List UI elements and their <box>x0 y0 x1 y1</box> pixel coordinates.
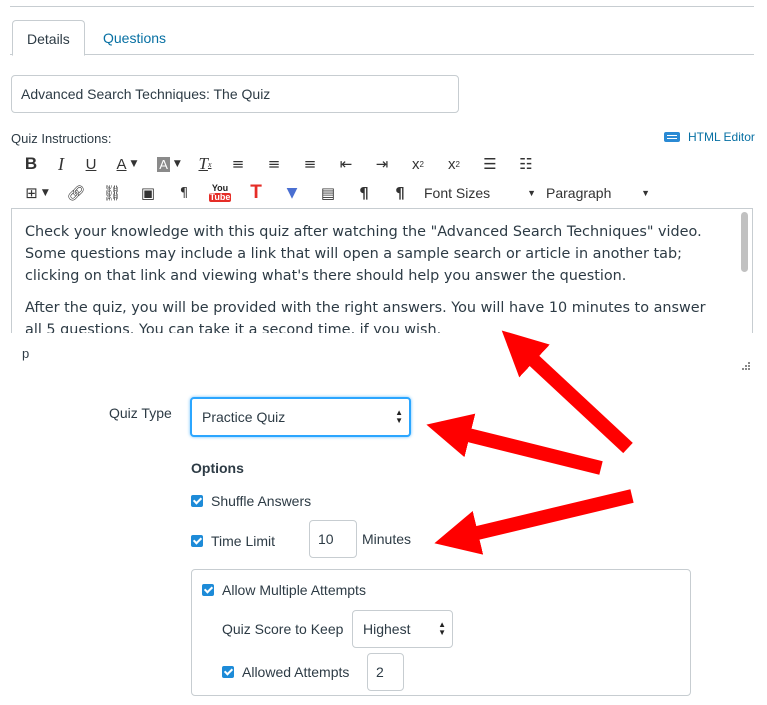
link-icon[interactable]: 🔗︎ <box>58 181 94 205</box>
chevron-down-icon: ▼ <box>641 188 650 198</box>
shuffle-answers-label: Shuffle Answers <box>211 493 312 509</box>
score-to-keep-value: Highest <box>363 621 411 637</box>
tab-questions[interactable]: Questions <box>89 20 180 56</box>
image-icon[interactable]: ▣ <box>130 181 166 205</box>
time-limit-label: Time Limit <box>211 533 276 549</box>
allowed-attempts-input[interactable]: 2 <box>367 653 404 691</box>
align-center-icon[interactable]: ≡ <box>256 152 292 176</box>
subscript-icon[interactable]: x2 <box>436 152 472 176</box>
text-color-icon[interactable]: A ▼ <box>106 152 148 176</box>
indent-icon[interactable]: ⇥ <box>364 152 400 176</box>
multiple-attempts-checkbox[interactable] <box>202 584 214 596</box>
youtube-icon[interactable]: You Tube <box>202 181 238 205</box>
background-color-icon[interactable]: A ▼ <box>148 152 190 176</box>
quiz-type-select[interactable]: Practice Quiz ▲ ▼ <box>190 397 411 437</box>
time-limit-input[interactable]: 10 <box>309 520 357 558</box>
equation-icon[interactable]: ▼ <box>274 181 310 205</box>
tab-bar: Details Questions <box>10 20 754 56</box>
youtube-bottom-label: Tube <box>208 192 232 202</box>
table-icon[interactable]: ⊞ ▼ <box>16 181 58 205</box>
media-icon[interactable]: ▤ <box>310 181 346 205</box>
editor-path: p <box>22 346 30 361</box>
editor-scrollbar[interactable] <box>738 210 750 330</box>
chevron-down-icon: ▼ <box>527 188 536 198</box>
shuffle-answers-checkbox[interactable] <box>191 495 203 507</box>
rich-text-editor[interactable]: Check your knowledge with this quiz afte… <box>11 208 753 333</box>
multiple-attempts-row: Allow Multiple Attempts <box>202 582 366 598</box>
paragraph-mark-icon[interactable]: ¶ <box>166 181 202 205</box>
arrow-to-instructions <box>501 330 633 454</box>
allowed-attempts-checkbox[interactable] <box>222 666 234 678</box>
rtl-icon[interactable]: ¶ <box>382 181 418 205</box>
shuffle-answers-row: Shuffle Answers <box>191 493 311 509</box>
paragraph-dropdown[interactable]: Paragraph ▼ <box>546 181 652 205</box>
arrow-to-time-limit <box>434 489 634 555</box>
arrow-to-quiz-type <box>426 413 603 475</box>
underline-icon[interactable]: U <box>76 152 106 176</box>
multiple-attempts-label: Allow Multiple Attempts <box>222 582 366 598</box>
quiz-instructions-label: Quiz Instructions: <box>11 131 112 146</box>
allowed-attempts-label: Allowed Attempts <box>242 664 350 680</box>
tab-details[interactable]: Details <box>12 20 85 56</box>
align-right-icon[interactable]: ≡ <box>292 152 328 176</box>
paragraph-label: Paragraph <box>546 185 612 201</box>
top-divider <box>10 6 754 7</box>
time-limit-row: Time Limit <box>191 533 275 549</box>
editor-paragraph-2: After the quiz, you will be provided wit… <box>25 300 706 333</box>
resize-handle-icon[interactable] <box>740 360 750 370</box>
quiz-type-value: Practice Quiz <box>202 409 286 425</box>
superscript-icon[interactable]: x2 <box>400 152 436 176</box>
unlink-icon[interactable]: ⛓︎ <box>94 181 130 205</box>
score-to-keep-select[interactable]: Highest ▲ ▼ <box>352 610 453 648</box>
keyboard-icon <box>664 132 680 142</box>
outdent-icon[interactable]: ⇤ <box>328 152 364 176</box>
allowed-attempts-row: Allowed Attempts <box>222 664 349 680</box>
html-editor-link[interactable]: HTML Editor <box>664 130 755 144</box>
numbered-list-icon[interactable]: ☷ <box>508 152 544 176</box>
font-sizes-dropdown[interactable]: Font Sizes ▼ <box>424 181 542 205</box>
clear-formatting-icon[interactable]: Tx <box>190 152 220 176</box>
scrollbar-thumb[interactable] <box>741 212 748 272</box>
score-to-keep-label: Quiz Score to Keep <box>222 621 344 637</box>
font-sizes-label: Font Sizes <box>424 185 491 201</box>
text-tool-icon[interactable]: T <box>238 181 274 205</box>
editor-toolbar-row-2: ⊞ ▼ 🔗︎ ⛓︎ ▣ ¶ You Tube T ▼ ▤ ¶ ¶ Font Siz… <box>16 181 652 205</box>
minutes-label: Minutes <box>362 531 412 547</box>
select-arrows-icon: ▲ ▼ <box>438 620 446 637</box>
italic-icon[interactable]: I <box>46 152 76 176</box>
bold-icon[interactable]: B <box>16 152 46 176</box>
ltr-icon[interactable]: ¶ <box>346 181 382 205</box>
select-arrows-icon: ▲ ▼ <box>395 408 403 425</box>
editor-toolbar-row-1: B I U A ▼ A ▼ Tx ≡ ≡ ≡ ⇤ ⇥ x2 x2 ☰ ☷ <box>16 152 544 176</box>
align-left-icon[interactable]: ≡ <box>220 152 256 176</box>
options-heading: Options <box>191 460 244 476</box>
quiz-type-label: Quiz Type <box>109 405 172 421</box>
editor-paragraph-1: Check your knowledge with this quiz afte… <box>25 224 702 284</box>
html-editor-label: HTML Editor <box>688 130 755 144</box>
bullet-list-icon[interactable]: ☰ <box>472 152 508 176</box>
quiz-title-input[interactable] <box>11 75 459 113</box>
time-limit-checkbox[interactable] <box>191 535 203 547</box>
